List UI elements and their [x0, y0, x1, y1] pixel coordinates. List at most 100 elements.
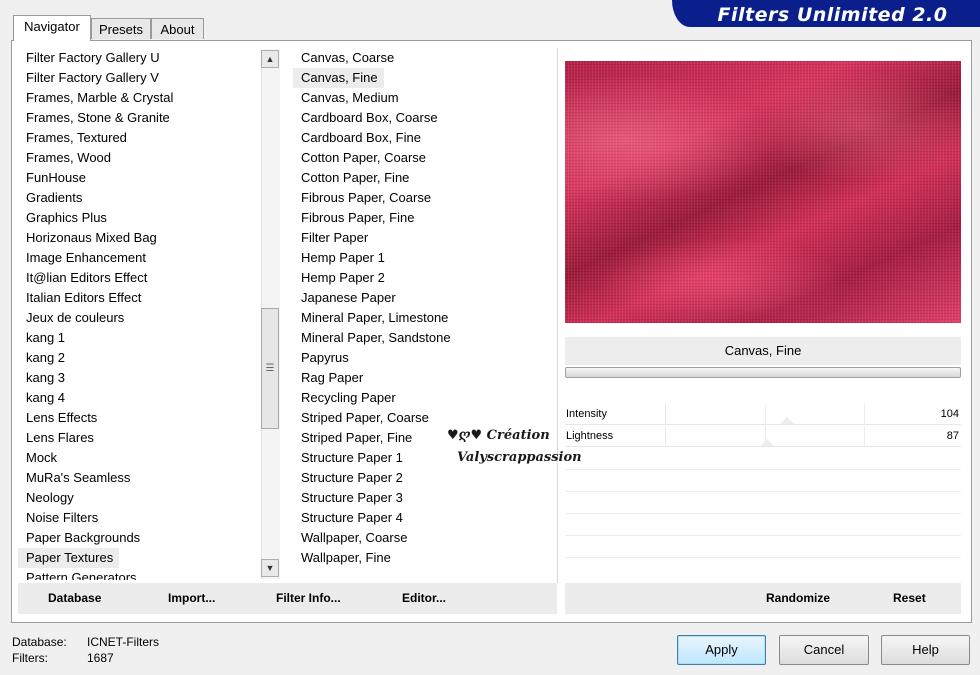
filter-item[interactable]: Wallpaper, Coarse — [293, 528, 555, 548]
editor-button[interactable]: Editor... — [402, 583, 446, 614]
category-item[interactable]: Filter Factory Gallery V — [18, 68, 260, 88]
filter-item[interactable]: Filter Paper — [293, 228, 555, 248]
randomize-button[interactable]: Randomize — [766, 583, 830, 614]
filter-item-label: Wallpaper, Coarse — [301, 530, 408, 545]
filter-item-label: Structure Paper 1 — [301, 450, 403, 465]
tab-navigator[interactable]: Navigator — [13, 15, 91, 41]
category-item[interactable]: kang 2 — [18, 348, 260, 368]
filter-item[interactable]: Hemp Paper 1 — [293, 248, 555, 268]
filter-item[interactable]: Canvas, Coarse — [293, 48, 555, 68]
progress-bar — [565, 367, 961, 378]
arrow-up-icon: ▲ — [265, 54, 275, 64]
filter-item[interactable]: Cotton Paper, Coarse — [293, 148, 555, 168]
category-item[interactable]: Noise Filters — [18, 508, 260, 528]
tab-presets[interactable]: Presets — [91, 18, 151, 39]
scroll-thumb[interactable]: ☰ — [261, 308, 279, 429]
category-item-label: Lens Effects — [26, 410, 98, 425]
empty-slider-row — [565, 470, 961, 492]
filter-item-label: Rag Paper — [301, 370, 364, 385]
category-item[interactable]: Pattern Generators — [18, 568, 260, 580]
category-item-label: kang 4 — [26, 390, 66, 405]
filter-item[interactable]: Wallpaper, Fine — [293, 548, 555, 568]
filter-item[interactable]: Rag Paper — [293, 368, 555, 388]
filter-item[interactable]: Mineral Paper, Limestone — [293, 308, 555, 328]
category-item[interactable]: kang 1 — [18, 328, 260, 348]
filter-item-label: Fibrous Paper, Fine — [301, 210, 415, 225]
category-item[interactable]: Gradients — [18, 188, 260, 208]
category-item[interactable]: Frames, Marble & Crystal — [18, 88, 260, 108]
empty-slider-row — [565, 492, 961, 514]
scroll-up-button[interactable]: ▲ — [261, 50, 279, 68]
slider-intensity[interactable]: Intensity 104 — [565, 404, 961, 425]
category-item-label: Frames, Textured — [26, 130, 127, 145]
filter-item-label: Hemp Paper 2 — [301, 270, 385, 285]
cancel-button[interactable]: Cancel — [779, 635, 869, 665]
category-item-label: Jeux de couleurs — [26, 310, 125, 325]
category-item[interactable]: Neology — [18, 488, 260, 508]
category-list[interactable]: Filter Factory Gallery U Filter Factory G… — [18, 48, 260, 580]
selected-filter-name: Canvas, Fine — [565, 337, 961, 365]
status-label: Filters: — [12, 651, 48, 665]
category-item[interactable]: It@lian Editors Effect — [18, 268, 260, 288]
filter-item[interactable]: Structure Paper 2 — [293, 468, 555, 488]
slider-track[interactable] — [665, 404, 963, 424]
filter-item[interactable]: Structure Paper 3 — [293, 488, 555, 508]
category-item-label: Lens Flares — [26, 430, 94, 445]
divider — [557, 48, 558, 583]
filter-item[interactable]: Fibrous Paper, Fine — [293, 208, 555, 228]
category-item[interactable]: Frames, Wood — [18, 148, 260, 168]
category-item[interactable]: FunHouse — [18, 168, 260, 188]
database-button[interactable]: Database — [48, 583, 101, 614]
category-item[interactable]: Horizonaus Mixed Bag — [18, 228, 260, 248]
app-title: Filters Unlimited 2.0 — [717, 4, 948, 26]
filter-item[interactable]: Recycling Paper — [293, 388, 555, 408]
category-item-label: FunHouse — [26, 170, 86, 185]
watermark-line: Valyscrappassion — [457, 450, 582, 465]
category-item[interactable]: kang 3 — [18, 368, 260, 388]
filter-item[interactable]: Fibrous Paper, Coarse — [293, 188, 555, 208]
slider-track[interactable] — [665, 426, 963, 446]
filter-item[interactable]: Hemp Paper 2 — [293, 268, 555, 288]
category-item[interactable]: Italian Editors Effect — [18, 288, 260, 308]
filter-info-button[interactable]: Filter Info... — [276, 583, 341, 614]
category-item[interactable]: Image Enhancement — [18, 248, 260, 268]
category-item[interactable]: Jeux de couleurs — [18, 308, 260, 328]
filter-item[interactable]: Mineral Paper, Sandstone — [293, 328, 555, 348]
filter-item[interactable]: Cardboard Box, Fine — [293, 128, 555, 148]
import-button[interactable]: Import... — [168, 583, 215, 614]
category-item[interactable]: MuRa's Seamless — [18, 468, 260, 488]
category-item[interactable]: kang 4 — [18, 388, 260, 408]
category-item-label: Horizonaus Mixed Bag — [26, 230, 157, 245]
filter-item[interactable]: Canvas, Fine — [293, 68, 555, 88]
category-item[interactable]: Paper Textures — [18, 548, 260, 568]
filter-item-label: Canvas, Fine — [293, 68, 384, 88]
help-button[interactable]: Help — [881, 635, 970, 665]
slider-lightness[interactable]: Lightness 87 — [565, 426, 961, 447]
filter-item[interactable]: Japanese Paper — [293, 288, 555, 308]
filter-item-label: Structure Paper 2 — [301, 470, 403, 485]
category-item[interactable]: Frames, Textured — [18, 128, 260, 148]
category-item[interactable]: Frames, Stone & Granite — [18, 108, 260, 128]
category-item[interactable]: Lens Flares — [18, 428, 260, 448]
filter-item[interactable]: Cotton Paper, Fine — [293, 168, 555, 188]
category-item[interactable]: Lens Effects — [18, 408, 260, 428]
category-item[interactable]: Mock — [18, 448, 260, 468]
apply-button[interactable]: Apply — [677, 635, 766, 665]
reset-button[interactable]: Reset — [893, 583, 926, 614]
filter-item-label: Canvas, Coarse — [301, 50, 395, 65]
category-item[interactable]: Paper Backgrounds — [18, 528, 260, 548]
filter-item[interactable]: Cardboard Box, Coarse — [293, 108, 555, 128]
slider-marker[interactable] — [760, 439, 775, 446]
category-item[interactable]: Filter Factory Gallery U — [18, 48, 260, 68]
filter-item-label: Structure Paper 3 — [301, 490, 403, 505]
scroll-down-button[interactable]: ▼ — [261, 559, 279, 577]
filter-item[interactable]: Structure Paper 4 — [293, 508, 555, 528]
filter-item[interactable]: Canvas, Medium — [293, 88, 555, 108]
category-item-label: Paper Backgrounds — [26, 530, 141, 545]
category-item[interactable]: Graphics Plus — [18, 208, 260, 228]
filter-item[interactable]: Papyrus — [293, 348, 555, 368]
filter-list[interactable]: Canvas, Coarse Canvas, Fine Canvas, Medium… — [293, 48, 555, 580]
filter-item-label: Wallpaper, Fine — [301, 550, 391, 565]
tab-about[interactable]: About — [151, 18, 204, 39]
slider-marker[interactable] — [780, 417, 795, 424]
